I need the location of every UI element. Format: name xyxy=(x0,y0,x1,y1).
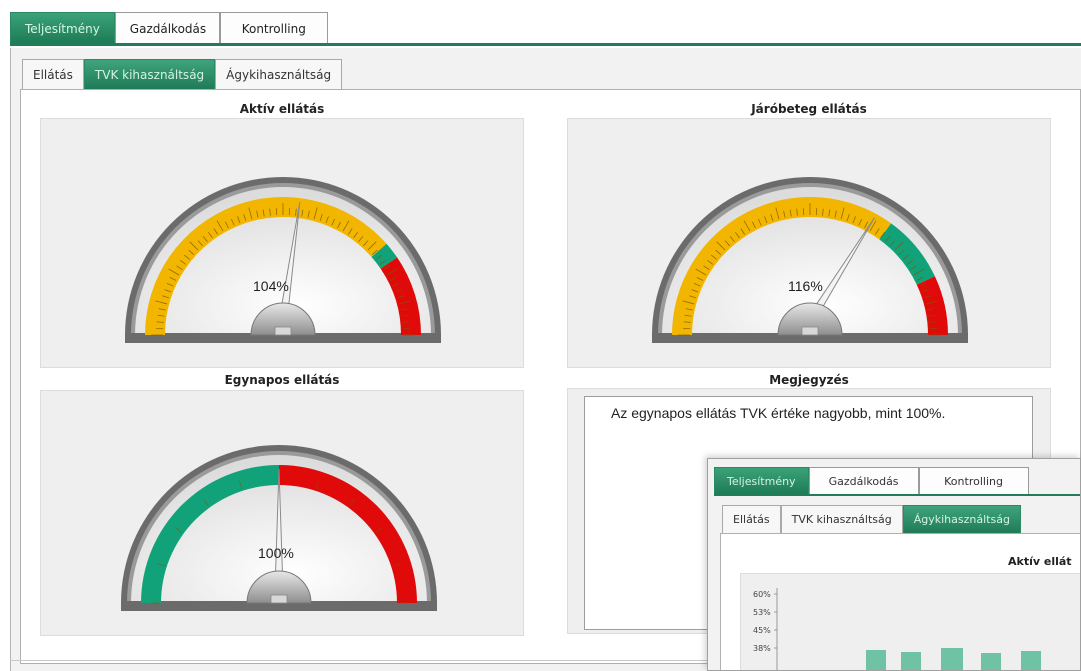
subtab-ellatas[interactable]: Ellátás xyxy=(22,59,84,89)
overlay-window[interactable]: Teljesítmény Gazdálkodás Kontrolling Ell… xyxy=(707,458,1081,671)
overlay-subtab-tvk[interactable]: TVK kihasználtság xyxy=(780,505,903,533)
tab-teljesitmeny[interactable]: Teljesítmény xyxy=(10,12,115,44)
overlay-tab-underline xyxy=(714,494,1080,496)
gauge-hub-cap xyxy=(270,594,288,604)
overlay-tab-bar: Teljesítmény Gazdálkodás Kontrolling xyxy=(714,467,1029,495)
tab-bar-underline xyxy=(10,43,1081,46)
gauge-title-egynapos: Egynapos ellátás xyxy=(224,373,340,387)
overlay-subtab-bar: Ellátás TVK kihasználtság Ágykihasználts… xyxy=(722,505,1021,533)
overlay-bar xyxy=(901,652,921,670)
overlay-y-tick: 45% xyxy=(753,626,771,635)
subtab-tvk-kihasznaltsag[interactable]: TVK kihasználtság xyxy=(83,59,216,89)
overlay-tab-kontrolling[interactable]: Kontrolling xyxy=(918,467,1029,495)
gauge-egynapos-ellatas: 100% xyxy=(40,390,524,636)
note-title: Megjegyzés xyxy=(769,373,849,387)
overlay-y-tick: 53% xyxy=(753,608,771,617)
gauge-value-label: 104% xyxy=(253,278,289,294)
gauge-title-jarobeteg: Járóbeteg ellátás xyxy=(751,102,867,116)
overlay-bar xyxy=(866,650,886,670)
overlay-chart-title: Aktív ellát xyxy=(1008,555,1072,568)
tab-kontrolling[interactable]: Kontrolling xyxy=(219,12,328,44)
overlay-chart: 60% 53% 45% 38% xyxy=(740,573,1080,670)
overlay-chart-svg: 60% 53% 45% 38% xyxy=(753,588,1041,670)
gauge-value-label: 100% xyxy=(258,545,294,561)
overlay-bar xyxy=(981,653,1001,670)
gauge-hub-cap xyxy=(801,326,819,336)
overlay-y-tick: 60% xyxy=(753,590,771,599)
gauge-jarobeteg-ellatas: 116% xyxy=(567,118,1051,368)
content-bottom-border xyxy=(10,660,710,661)
sub-tab-bar: Ellátás TVK kihasználtság Ágykihasználts… xyxy=(22,59,343,89)
subtab-agykihasznaltsag[interactable]: Ágykihasználtság xyxy=(215,59,343,89)
overlay-subtab-ellatas[interactable]: Ellátás xyxy=(722,505,781,533)
overlay-bar xyxy=(941,648,963,670)
gauge-value-label: 116% xyxy=(788,278,823,294)
overlay-tab-gazdalkodas[interactable]: Gazdálkodás xyxy=(808,467,919,495)
gauge-title-aktiv: Aktív ellátás xyxy=(239,102,325,116)
overlay-y-tick: 38% xyxy=(753,644,771,653)
gauge-hub-cap xyxy=(274,326,292,336)
overlay-bar xyxy=(1021,651,1041,670)
gauge-aktiv-ellatas: 104% xyxy=(40,118,524,368)
overlay-tab-teljesitmeny[interactable]: Teljesítmény xyxy=(714,467,809,495)
tab-gazdalkodas[interactable]: Gazdálkodás xyxy=(114,12,220,44)
main-tab-bar: Teljesítmény Gazdálkodás Kontrolling xyxy=(10,12,328,44)
overlay-subtab-agykihasznaltsag[interactable]: Ágykihasználtság xyxy=(902,505,1021,533)
